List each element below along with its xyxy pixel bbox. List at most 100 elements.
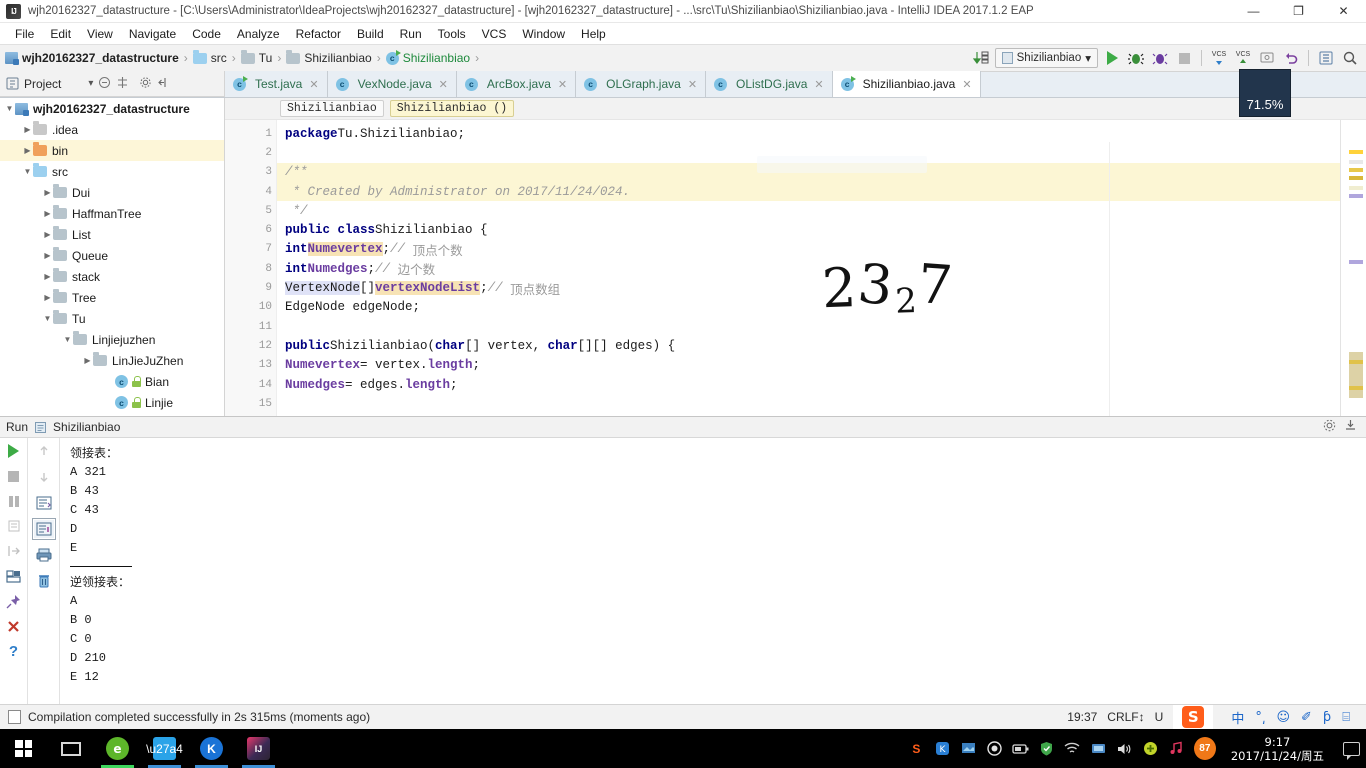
menu-vcs[interactable]: VCS [474, 25, 515, 43]
undo-icon[interactable] [1281, 48, 1301, 68]
taskbar-clock[interactable]: 9:17 2017/11/24/周五 [1225, 735, 1330, 763]
vcs-update-icon[interactable]: VCS [1209, 48, 1229, 68]
volume-tray-icon[interactable] [1116, 740, 1133, 757]
vcs-history-icon[interactable] [1257, 48, 1277, 68]
pin-tab-button[interactable] [4, 592, 24, 610]
stop-button[interactable] [4, 467, 24, 485]
ime-emoji-icon[interactable]: ☺ [1276, 710, 1290, 725]
menu-build[interactable]: Build [349, 25, 392, 43]
chevron-right-icon[interactable] [82, 356, 93, 365]
restore-layout-button[interactable] [4, 567, 24, 585]
soft-wrap-button[interactable] [34, 494, 54, 512]
battery-percent-badge[interactable]: 87 [1193, 737, 1216, 760]
search-everywhere-icon[interactable] [1340, 48, 1360, 68]
chevron-right-icon[interactable] [42, 272, 53, 281]
editor-breadcrumb-method[interactable]: Shizilianbiao () [389, 100, 515, 117]
next-occurrence-button[interactable] [34, 468, 54, 486]
scroll-from-source-icon[interactable] [116, 76, 129, 92]
chevron-down-icon[interactable] [42, 314, 53, 323]
vcs-commit-icon[interactable]: VCS [1233, 48, 1253, 68]
menu-navigate[interactable]: Navigate [121, 25, 184, 43]
ime-punctuation-icon[interactable]: °͵ [1255, 710, 1265, 725]
notification-icon[interactable] [1343, 741, 1360, 760]
tree-item-list[interactable]: List [0, 224, 224, 245]
maximize-button[interactable]: ❐ [1276, 0, 1321, 23]
record-tray-icon[interactable] [986, 740, 1003, 757]
run-with-coverage-button[interactable] [1150, 48, 1170, 68]
debug-button[interactable] [1126, 48, 1146, 68]
run-configuration-selector[interactable]: Shizilianbiao ▾ [994, 48, 1098, 68]
tree-item-dui[interactable]: Dui [0, 182, 224, 203]
taskbar-app-360browser[interactable]: e [94, 729, 141, 768]
close-tab-icon[interactable]: ✕ [962, 78, 971, 91]
stripe-marker[interactable] [1349, 194, 1363, 198]
stop-button[interactable] [1174, 48, 1194, 68]
network-tray-icon[interactable] [1090, 740, 1107, 757]
tree-item-queue[interactable]: Queue [0, 245, 224, 266]
breadcrumb-item-tu[interactable]: Tu [259, 51, 273, 65]
tree-item-tu[interactable]: Tu [0, 308, 224, 329]
stripe-marker[interactable] [1349, 360, 1363, 364]
breadcrumb-item-shizilianbiao-class[interactable]: Shizilianbiao [403, 51, 470, 65]
close-tab-icon[interactable]: ✕ [439, 78, 448, 91]
menu-run[interactable]: Run [392, 25, 430, 43]
taskbar-app-kingsoft[interactable]: K [188, 729, 235, 768]
update-project-icon[interactable] [971, 48, 991, 68]
chevron-right-icon[interactable] [42, 251, 53, 260]
code-editor[interactable]: Shizilianbiao Shizilianbiao () 1 2 3− 4 … [225, 98, 1366, 416]
menu-tools[interactable]: Tools [430, 25, 474, 43]
close-button[interactable]: ✕ [1321, 0, 1366, 23]
menu-code[interactable]: Code [184, 25, 229, 43]
tree-item-linjiejuzhen-inner[interactable]: LinJieJuZhen [0, 350, 224, 371]
tree-item-linjiejuzhen[interactable]: Linjiejuzhen [0, 329, 224, 350]
tree-item-bin[interactable]: bin [0, 140, 224, 161]
stripe-marker[interactable] [1349, 168, 1363, 172]
sogou-ime-logo[interactable]: S [1173, 704, 1214, 730]
chevron-down-icon[interactable] [4, 104, 15, 113]
gear-icon[interactable] [1322, 418, 1337, 436]
collapse-all-icon[interactable] [98, 76, 111, 92]
stripe-marker[interactable] [1349, 176, 1363, 180]
chevron-right-icon[interactable] [42, 209, 53, 218]
taskbar-app-foxmail[interactable]: \u27a4 [141, 729, 188, 768]
editor-tab-test[interactable]: c Test.java ✕ [225, 71, 328, 97]
print-button[interactable] [34, 546, 54, 564]
menu-file[interactable]: File [7, 25, 42, 43]
menu-analyze[interactable]: Analyze [229, 25, 288, 43]
stripe-marker[interactable] [1349, 160, 1363, 164]
breadcrumb-item-module[interactable]: wjh20162327_datastructure [22, 51, 179, 65]
chevron-down-icon[interactable] [22, 167, 33, 176]
stripe-marker[interactable] [1349, 186, 1363, 190]
run-panel-config-name[interactable]: Shizilianbiao [53, 420, 120, 434]
shield-tray-icon[interactable] [1038, 740, 1055, 757]
menu-edit[interactable]: Edit [42, 25, 79, 43]
project-tree[interactable]: wjh20162327_datastructure .idea bin src … [0, 98, 225, 416]
editor-tab-olgraph[interactable]: c OLGraph.java ✕ [576, 71, 707, 97]
close-tab-icon[interactable]: ✕ [814, 78, 823, 91]
code-text[interactable]: package Tu.Shizilianbiao; /** * Created … [277, 120, 1366, 416]
wifi-tray-icon[interactable] [1064, 740, 1081, 757]
line-separator-indicator[interactable]: CRLF↕ [1107, 710, 1144, 724]
dump-threads-button[interactable] [4, 517, 24, 535]
menu-refactor[interactable]: Refactor [288, 25, 349, 43]
music-tray-icon[interactable] [1168, 740, 1185, 757]
stripe-marker[interactable] [1349, 260, 1363, 264]
chevron-right-icon[interactable] [42, 230, 53, 239]
menu-help[interactable]: Help [573, 25, 614, 43]
ime-handwriting-icon[interactable]: ✐ [1301, 710, 1312, 725]
task-view-icon[interactable] [47, 729, 94, 768]
error-stripe-scrollbar[interactable] [1340, 120, 1366, 416]
editor-tab-arcbox[interactable]: c ArcBox.java ✕ [456, 71, 577, 97]
close-tab-icon[interactable]: ✕ [688, 78, 697, 91]
close-tab-icon[interactable]: ✕ [309, 78, 318, 91]
console-output[interactable]: 领接表： A 321 B 43 C 43 D E 逆领接表： A B 0 C 0… [60, 438, 1366, 704]
stripe-marker[interactable] [1349, 150, 1363, 154]
ime-language-icon[interactable]: 中 [1231, 708, 1244, 727]
windows-start-icon[interactable] [0, 729, 47, 768]
editor-tab-shizilianbiao[interactable]: c Shizilianbiao.java ✕ [832, 71, 981, 97]
previous-occurrence-button[interactable] [34, 442, 54, 460]
display-tray-icon[interactable] [960, 740, 977, 757]
run-panel-title[interactable]: Run [6, 420, 28, 434]
gear-icon[interactable] [139, 76, 152, 92]
structure-icon[interactable] [1316, 48, 1336, 68]
